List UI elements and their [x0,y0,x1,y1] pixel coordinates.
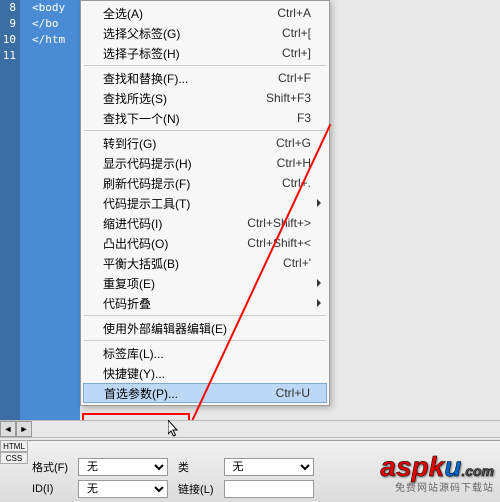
menu-item[interactable]: 查找下一个(N) F3 [83,108,327,128]
menu-item-label: 转到行(G) [103,135,268,152]
menu-separator [84,315,326,316]
class-label: 类 [178,459,213,475]
menu-item-label: 查找和替换(F)... [103,70,270,87]
menu-item-label: 快捷键(Y)... [103,365,311,382]
menu-separator [84,65,326,66]
line-number-gutter: 8 9 10 11 [0,0,20,420]
menu-item-label: 缩进代码(I) [103,215,239,232]
menu-item-shortcut: Ctrl+G [276,136,311,150]
menu-item-label: 平衡大括弧(B) [103,255,275,272]
menu-item-label: 首选参数(P)... [104,385,268,402]
menu-item-shortcut: Ctrl+Shift+> [247,216,311,230]
menu-item-label: 查找所选(S) [103,90,258,107]
menu-item-shortcut: Ctrl+] [282,46,311,60]
menu-item[interactable]: 显示代码提示(H) Ctrl+H [83,153,327,173]
properties-panel: HTML CSS 格式(F) 无 类 无 ID(I) 无 链接(L) aspku… [0,440,500,502]
tab-css[interactable]: CSS [0,452,28,464]
scroll-left-button[interactable]: ◄ [0,421,16,437]
menu-item-shortcut: Ctrl+F [278,71,311,85]
menu-item[interactable]: 首选参数(P)... Ctrl+U [83,383,327,403]
line-number: 11 [0,48,20,64]
watermark: aspku.com 免费网站源码下载站 [380,451,494,494]
context-menu[interactable]: 全选(A) Ctrl+A选择父标签(G) Ctrl+[ 选择子标签(H) Ctrl+] 查… [80,0,330,406]
menu-item[interactable]: 代码提示工具(T) [83,193,327,213]
menu-item-label: 选择子标签(H) [103,45,274,62]
code-line: </htm [20,32,80,48]
line-number: 8 [0,0,20,16]
id-label: ID(I) [32,483,68,495]
menu-item[interactable]: 查找和替换(F)... Ctrl+F [83,68,327,88]
menu-item-shortcut: Ctrl+Shift+< [247,236,311,250]
menu-item[interactable]: 平衡大括弧(B) Ctrl+' [83,253,327,273]
menu-item-shortcut: Shift+F3 [266,91,311,105]
menu-item-label: 全选(A) [103,5,269,22]
menu-item-shortcut: Ctrl+A [277,6,311,20]
watermark-text: aspk [380,451,444,482]
watermark-text: u [444,451,461,482]
link-input[interactable] [224,480,314,498]
menu-item-shortcut: Ctrl+U [276,386,310,400]
menu-separator [84,340,326,341]
menu-item-label: 代码折叠 [103,295,311,312]
menu-item[interactable]: 使用外部编辑器编辑(E) [83,318,327,338]
menu-item[interactable]: 缩进代码(I) Ctrl+Shift+> [83,213,327,233]
line-number: 10 [0,32,20,48]
menu-item-label: 刷新代码提示(F) [103,175,274,192]
menu-item-label: 显示代码提示(H) [103,155,269,172]
line-number: 9 [0,16,20,32]
menu-item-label: 标签库(L)... [103,345,311,362]
class-select[interactable]: 无 [224,458,314,476]
tab-html[interactable]: HTML [0,440,28,452]
menu-item[interactable]: 查找所选(S) Shift+F3 [83,88,327,108]
code-line [20,48,80,64]
menu-item[interactable]: 转到行(G) Ctrl+G [83,133,327,153]
menu-item-label: 凸出代码(O) [103,235,239,252]
menu-item[interactable]: 选择子标签(H) Ctrl+] [83,43,327,63]
format-select[interactable]: 无 [78,458,168,476]
menu-item[interactable]: 全选(A) Ctrl+A [83,3,327,23]
code-line: <body [20,0,80,16]
id-select[interactable]: 无 [78,480,168,498]
menu-item-shortcut: Ctrl+[ [282,26,311,40]
menu-item-shortcut: F3 [297,111,311,125]
watermark-text: .com [461,463,494,479]
watermark-subtitle: 免费网站源码下载站 [380,479,494,494]
menu-item-label: 查找下一个(N) [103,110,289,127]
menu-item-label: 重复项(E) [103,275,311,292]
submenu-arrow-icon [317,299,321,307]
code-editor[interactable]: <body </bo </htm [20,0,80,420]
code-line: </bo [20,16,80,32]
format-label: 格式(F) [32,459,68,475]
horizontal-scrollbar[interactable]: ◄ ► [0,420,500,438]
menu-item[interactable]: 刷新代码提示(F) Ctrl+. [83,173,327,193]
menu-item-shortcut: Ctrl+' [283,256,311,270]
menu-item[interactable]: 重复项(E) [83,273,327,293]
menu-item[interactable]: 选择父标签(G) Ctrl+[ [83,23,327,43]
menu-item-label: 选择父标签(G) [103,25,274,42]
menu-item-shortcut: Ctrl+. [282,176,311,190]
submenu-arrow-icon [317,199,321,207]
submenu-arrow-icon [317,279,321,287]
menu-item[interactable]: 标签库(L)... [83,343,327,363]
link-label: 链接(L) [178,481,213,497]
menu-item[interactable]: 凸出代码(O) Ctrl+Shift+< [83,233,327,253]
scroll-right-button[interactable]: ► [16,421,32,437]
menu-item-label: 使用外部编辑器编辑(E) [103,320,311,337]
menu-item-label: 代码提示工具(T) [103,195,311,212]
menu-item-shortcut: Ctrl+H [277,156,311,170]
menu-separator [84,130,326,131]
menu-item[interactable]: 快捷键(Y)... [83,363,327,383]
menu-item[interactable]: 代码折叠 [83,293,327,313]
